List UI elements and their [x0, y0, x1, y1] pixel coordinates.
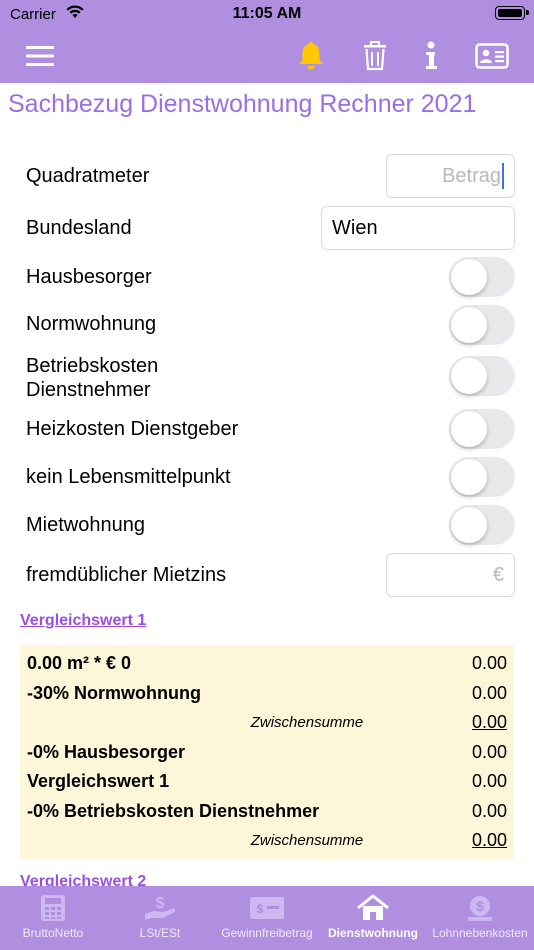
calc-row-value: 0.00: [471, 801, 507, 821]
calc-row-zwischensumme: Zwischensumme 0.00: [20, 826, 514, 854]
calc-row-value: 0.00: [471, 653, 507, 673]
vergleichswert1-link[interactable]: Vergleichswert 1: [20, 612, 146, 630]
calc-row-zwischensumme: Zwischensumme 0.00: [20, 708, 514, 736]
bell-icon: [299, 41, 323, 70]
svg-text:$: $: [156, 895, 165, 912]
quadratmeter-input[interactable]: Betrag: [386, 154, 515, 198]
house-icon: [357, 894, 389, 920]
tab-dienstwohnung[interactable]: Dienstwohnung: [321, 886, 425, 950]
trash-icon: [364, 41, 386, 71]
delete-button[interactable]: [355, 36, 395, 76]
bundesland-value: Wien: [332, 216, 378, 239]
mietzins-input[interactable]: €: [386, 553, 515, 597]
hausbesorger-label: Hausbesorger: [26, 266, 152, 288]
calc-row-label: -0% Betriebskosten Dienstnehmer: [27, 801, 320, 821]
mietzins-label: fremdüblicher Mietzins: [26, 564, 227, 586]
tab-lst-est[interactable]: $ LSt/ESt: [110, 886, 210, 950]
tab-label: LSt/ESt: [139, 926, 181, 940]
calc-row-value: 0.00: [471, 683, 507, 703]
app-header: Carrier 11:05 AM: [0, 0, 534, 83]
mietwohnung-toggle[interactable]: [449, 505, 515, 545]
tab-bar: BruttoNetto $ LSt/ESt $ Gewinnfreibetrag…: [0, 886, 534, 950]
tab-label: Lohnnebenkosten: [432, 926, 528, 940]
contact-button[interactable]: [472, 36, 512, 76]
calculator-icon: [41, 895, 65, 921]
contact-card-icon: [475, 43, 509, 69]
quadratmeter-placeholder: Betrag: [442, 164, 501, 187]
svg-text:$: $: [476, 898, 484, 914]
lebensmittelpunkt-toggle[interactable]: [449, 457, 515, 497]
normwohnung-toggle[interactable]: [449, 305, 515, 345]
calc-row-subtotal-label: Zwischensumme: [250, 714, 364, 731]
calc-row-value: 0.00: [471, 712, 507, 732]
calc-row-value: 0.00: [471, 771, 507, 791]
calc-row-label: 0.00 m² * € 0: [27, 653, 132, 673]
betriebskosten-label-line2: Dienstnehmer: [26, 379, 151, 401]
calc-row-betriebskosten: -0% Betriebskosten Dienstnehmer 0.00: [20, 797, 514, 825]
betriebskosten-toggle[interactable]: [449, 356, 515, 396]
calc-row-value: 0.00: [471, 742, 507, 762]
money-bag-icon: $: [468, 896, 492, 921]
menu-button[interactable]: [20, 36, 60, 76]
tab-label: BruttoNetto: [22, 926, 84, 940]
betriebskosten-label-line1: Betriebskosten: [26, 355, 159, 377]
status-bar: Carrier 11:05 AM: [0, 0, 534, 30]
calc-row-label: -0% Hausbesorger: [27, 742, 186, 762]
tab-label: Gewinnfreibetrag: [221, 926, 313, 940]
mietwohnung-label: Mietwohnung: [26, 514, 145, 536]
hausbesorger-toggle[interactable]: [449, 257, 515, 297]
tab-label: Dienstwohnung: [328, 926, 418, 940]
bundesland-select[interactable]: Wien: [321, 206, 515, 250]
menu-icon: [26, 46, 54, 66]
lebensmittelpunkt-label: kein Lebensmittelpunkt: [26, 466, 231, 488]
banknote-icon: $: [250, 897, 284, 919]
tab-bruttonetto[interactable]: BruttoNetto: [4, 886, 102, 950]
text-cursor: [502, 163, 504, 189]
quadratmeter-label: Quadratmeter: [26, 165, 150, 187]
calc-row-label: -30% Normwohnung: [27, 683, 201, 703]
nav-bar: [0, 30, 534, 83]
heizkosten-label: Heizkosten Dienstgeber: [26, 418, 239, 440]
info-button[interactable]: [411, 36, 451, 76]
tab-lohnnebenkosten[interactable]: $ Lohnnebenkosten: [429, 886, 531, 950]
svg-text:$: $: [257, 902, 264, 916]
status-time: 11:05 AM: [232, 5, 302, 22]
calc-row-vergleichswert1: Vergleichswert 1 0.00: [20, 767, 514, 795]
hand-money-icon: $: [145, 895, 175, 920]
info-icon: [426, 41, 437, 69]
calc-row-normwohnung: -30% Normwohnung 0.00: [20, 679, 514, 707]
heizkosten-toggle[interactable]: [449, 409, 515, 449]
notifications-button[interactable]: [291, 36, 331, 76]
normwohnung-label: Normwohnung: [26, 313, 157, 335]
calc-row-label: Vergleichswert 1: [27, 771, 170, 791]
calc-row-hausbesorger: -0% Hausbesorger 0.00: [20, 738, 514, 766]
calc-row-subtotal-label: Zwischensumme: [250, 832, 364, 849]
calc-row-flaeche: 0.00 m² * € 0 0.00: [20, 649, 514, 677]
page-title: Sachbezug Dienstwohnung Rechner 2021: [8, 90, 477, 118]
vergleichswert1-table: 0.00 m² * € 0 0.00 -30% Normwohnung 0.00…: [20, 645, 514, 859]
mietzins-placeholder: €: [492, 563, 504, 586]
tab-gewinnfreibetrag[interactable]: $ Gewinnfreibetrag: [216, 886, 318, 950]
bundesland-label: Bundesland: [26, 217, 132, 239]
calc-row-value: 0.00: [471, 830, 507, 850]
battery-icon: [495, 6, 529, 20]
